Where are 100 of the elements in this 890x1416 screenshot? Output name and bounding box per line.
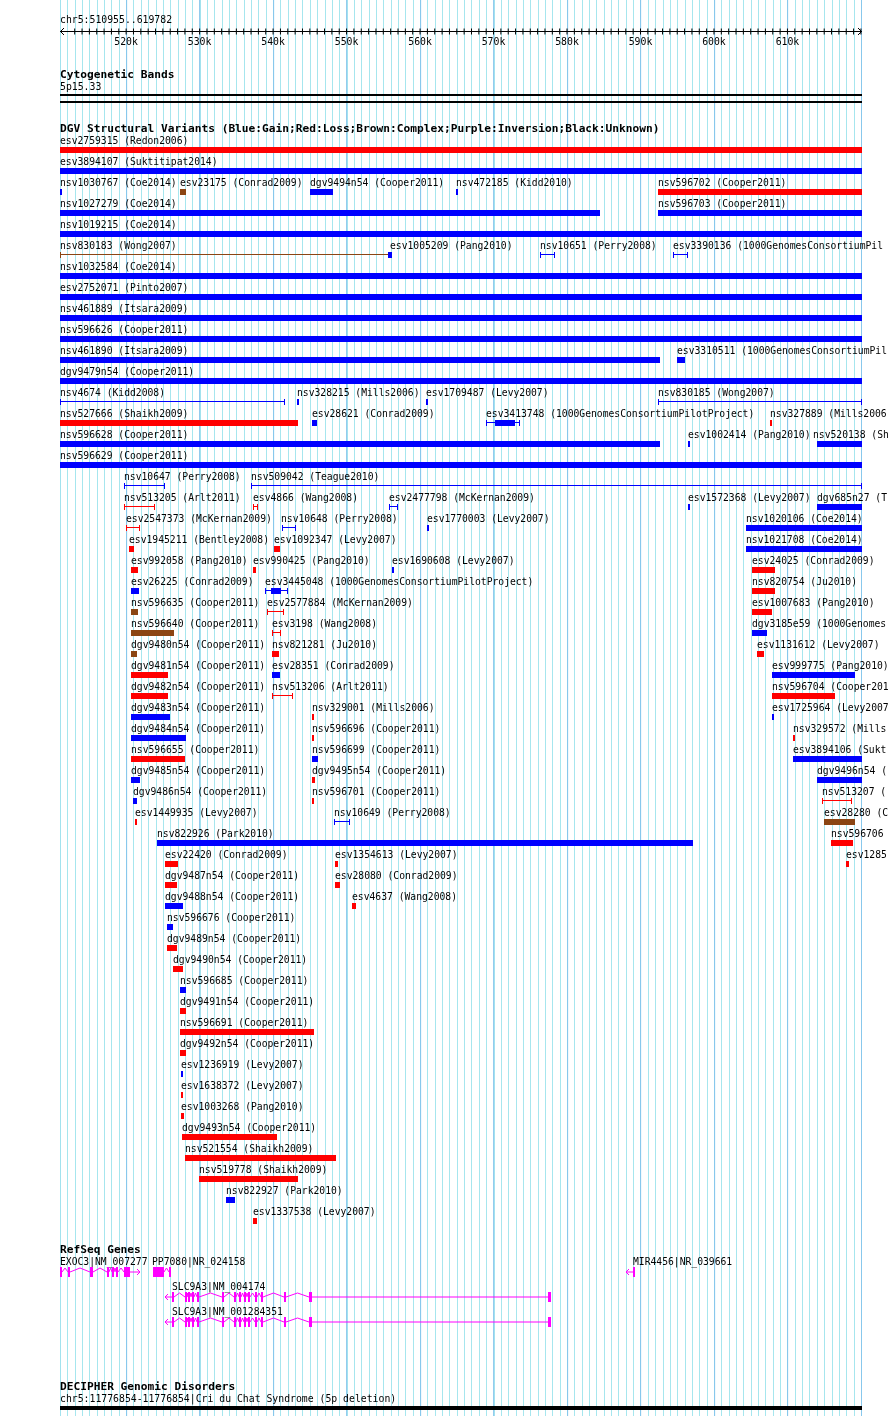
variant-label: nsv4674 (Kidd2008) <box>60 387 165 399</box>
gene-label: PP7080|NR_024158 <box>152 1256 246 1268</box>
variant-label: dgv9489n54 (Cooper2011) <box>167 933 302 945</box>
track-title: Cytogenetic Bands <box>60 69 175 81</box>
variant-label: dgv9491n54 (Cooper2011) <box>180 996 315 1008</box>
variant-label: nsv596685 (Cooper2011) <box>180 975 309 987</box>
variant-label: nsv329001 (Mills2006) <box>312 702 435 714</box>
variant-label: esv1354613 (Levy2007) <box>335 849 458 861</box>
variant-label: dgv9493n54 (Cooper2011) <box>182 1122 317 1134</box>
variant-label: dgv9496n54 ( <box>817 765 887 777</box>
variant-label: dgv9483n54 (Cooper2011) <box>131 702 266 714</box>
variant-label: esv24025 (Conrad2009) <box>752 555 875 567</box>
variant-label: esv4637 (Wang2008) <box>352 891 457 903</box>
variant-label: nsv596701 (Cooper2011) <box>312 786 441 798</box>
variant-label: dgv9481n54 (Cooper2011) <box>131 660 266 672</box>
variant-label: dgv9490n54 (Cooper2011) <box>173 954 308 966</box>
variant-label: nsv596706 <box>831 828 884 840</box>
variant-label: nsv830185 (Wong2007) <box>658 387 775 399</box>
tick-label: 590k <box>628 36 653 48</box>
variant-label: esv1007683 (Pang2010) <box>752 597 875 609</box>
variant-label: esv1725964 (Levy2007 <box>772 702 889 714</box>
tick-label: 600k <box>702 36 726 48</box>
variant-label: nsv596703 (Cooper2011) <box>658 198 787 210</box>
variant-label: esv2477798 (McKernan2009) <box>389 492 535 504</box>
variant-label: esv4866 (Wang2008) <box>253 492 358 504</box>
track-title: DECIPHER Genomic Disorders <box>60 1381 236 1393</box>
tick-label: 580k <box>555 36 579 48</box>
tick-label: 520k <box>114 36 138 48</box>
variant-label: esv1003268 (Pang2010) <box>181 1101 304 1113</box>
variant-label: nsv329572 (Mills <box>793 723 887 735</box>
variant-label: esv2577884 (McKernan2009) <box>267 597 413 609</box>
variant-label: esv1945211 (Bentley2008) <box>129 534 269 546</box>
track-title: DGV Structural Variants (Blue:Gain;Red:Loss;Brown:Complex;Purple:Inversion;Black:Unknown) <box>60 123 660 135</box>
variant-label: dgv9494n54 (Cooper2011) <box>310 177 445 189</box>
variant-label: nsv820754 (Ju2010) <box>752 576 857 588</box>
variant-label: esv3310511 (1000GenomesConsortiumPil <box>677 345 887 357</box>
variant-label: nsv513206 (Arlt2011) <box>272 681 389 693</box>
tick-label: 610k <box>775 36 800 48</box>
variant-label: nsv596676 (Cooper2011) <box>167 912 296 924</box>
variant-label: dgv9492n54 (Cooper2011) <box>180 1038 315 1050</box>
variant-label: nsv509042 (Teague2010) <box>251 471 380 483</box>
variant-label: dgv9479n54 (Cooper2011) <box>60 366 195 378</box>
variant-label: nsv822926 (Park2010) <box>157 828 274 840</box>
variant-label: nsv1020106 (Coe2014) <box>746 513 863 525</box>
variant-label: nsv513207 ( <box>822 786 887 798</box>
variant-label: nsv527666 (Shaikh2009) <box>60 408 189 420</box>
variant-label: nsv519778 (Shaikh2009) <box>199 1164 328 1176</box>
variant-label: esv26225 (Conrad2009) <box>131 576 254 588</box>
variant-label: esv1005209 (Pang2010) <box>390 240 513 252</box>
variant-label: nsv1019215 (Coe2014) <box>60 219 177 231</box>
gene-label: MIR4456|NR_039661 <box>633 1256 733 1268</box>
variant-label: esv1709487 (Levy2007) <box>426 387 549 399</box>
variant-label: nsv521554 (Shaikh2009) <box>185 1143 314 1155</box>
variant-label: nsv596696 (Cooper2011) <box>312 723 441 735</box>
variant-label: nsv327889 (Mills2006 <box>770 408 887 420</box>
variant-label: nsv821281 (Ju2010) <box>272 639 377 651</box>
variant-label: esv1131612 (Levy2007) <box>757 639 880 651</box>
variant-label: nsv10647 (Perry2008) <box>124 471 241 483</box>
variant-label: dgv9485n54 (Cooper2011) <box>131 765 266 777</box>
variant-label: nsv596626 (Cooper2011) <box>60 324 189 336</box>
track-title: RefSeq Genes <box>60 1244 141 1256</box>
variant-label: nsv596629 (Cooper2011) <box>60 450 189 462</box>
variant-label: nsv328215 (Mills2006) <box>297 387 420 399</box>
variant-label: esv3894107 (Suktitipat2014) <box>60 156 218 168</box>
location-label: chr5:510955..619782 <box>60 14 173 26</box>
variant-label: nsv1030767 (Coe2014) <box>60 177 177 189</box>
variant-label: esv3198 (Wang2008) <box>272 618 377 630</box>
variant-label: esv23175 (Conrad2009) <box>180 177 303 189</box>
variant-label: esv2752071 (Pinto2007) <box>60 282 189 294</box>
variant-label: esv28280 (C <box>824 807 889 819</box>
variant-label: nsv822927 (Park2010) <box>226 1185 343 1197</box>
variant-label: esv3894106 (Sukt <box>793 744 887 756</box>
variant-label: dgv9484n54 (Cooper2011) <box>131 723 266 735</box>
variant-label: esv1638372 (Levy2007) <box>181 1080 304 1092</box>
variant-label: esv1572368 (Levy2007) <box>688 492 811 504</box>
gene-label: EXOC3|NM_007277 <box>60 1256 148 1268</box>
variant-label: esv22420 (Conrad2009) <box>165 849 288 861</box>
tick-label: 570k <box>481 36 506 48</box>
variant-label: nsv10648 (Perry2008) <box>281 513 398 525</box>
gene-label: SLC9A3|NM_001284351 <box>172 1306 283 1318</box>
variant-label: nsv461889 (Itsara2009) <box>60 303 189 315</box>
variant-label: esv3445048 (1000GenomesConsortiumPilotProject) <box>265 576 534 588</box>
variant-label: nsv513205 (Arlt2011) <box>124 492 241 504</box>
variant-label: dgv9495n54 (Cooper2011) <box>312 765 447 777</box>
tick-label: 560k <box>408 36 432 48</box>
variant-label: nsv596628 (Cooper2011) <box>60 429 189 441</box>
variant-label: nsv1032584 (Coe2014) <box>60 261 177 273</box>
variant-label: nsv596702 (Cooper2011) <box>658 177 787 189</box>
tick-label: 530k <box>187 36 212 48</box>
variant-label: nsv10651 (Perry2008) <box>540 240 657 252</box>
variant-label: esv999775 (Pang2010) <box>772 660 889 672</box>
variant-label: nsv596699 (Cooper2011) <box>312 744 441 756</box>
variant-label: esv3390136 (1000GenomesConsortiumPil <box>673 240 883 252</box>
variant-label: dgv9482n54 (Cooper2011) <box>131 681 266 693</box>
variant-label: dgv9480n54 (Cooper2011) <box>131 639 266 651</box>
variant-label: dgv685n27 (T <box>817 492 887 504</box>
variant-label: nsv596655 (Cooper2011) <box>131 744 260 756</box>
variant-label: nsv596640 (Cooper2011) <box>131 618 260 630</box>
variant-label: nsv520138 (Sh <box>813 429 889 441</box>
variant-label: nsv10649 (Perry2008) <box>334 807 451 819</box>
